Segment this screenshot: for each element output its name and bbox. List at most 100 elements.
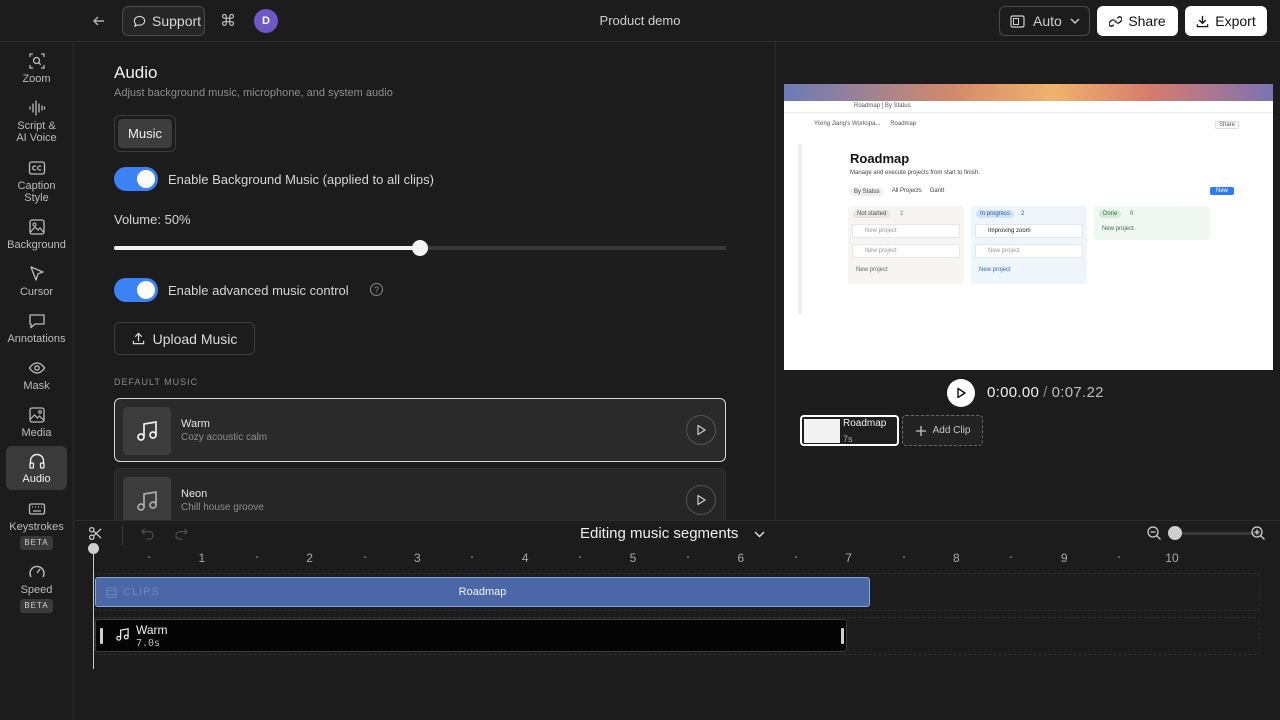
preview-column: In progress 2 Improving zoom New project… — [971, 206, 1087, 284]
image-icon — [28, 219, 45, 235]
music-segment[interactable]: Warm 7.0s — [95, 619, 847, 652]
zoom-in-icon[interactable] — [1250, 525, 1266, 546]
export-label: Export — [1215, 13, 1256, 29]
advanced-music-toggle[interactable] — [114, 278, 158, 302]
track-description: Cozy acoustic calm — [181, 432, 268, 443]
video-preview-frame[interactable]: Roadmap | By Status Yixing Jiang's Works… — [784, 84, 1273, 370]
preview-card: New project — [975, 244, 1083, 258]
preview-wallpaper — [784, 84, 1273, 101]
top-bar: Support ⌘ D Product demo Auto Share Expo… — [0, 0, 1280, 42]
avatar[interactable]: D — [254, 9, 278, 33]
clip-segment[interactable]: CLIPS Roadmap — [95, 577, 870, 607]
preview-view: Gantt — [929, 188, 945, 194]
cursor-icon — [29, 266, 44, 281]
sidebar-item-label: Speed — [20, 584, 53, 596]
clip-thumbnail[interactable]: Roadmap 7s — [800, 415, 899, 446]
support-label: Support — [152, 13, 202, 29]
chevron-down-icon — [1070, 18, 1080, 24]
ruler-tick-label: 8 — [953, 551, 960, 565]
command-menu-icon[interactable]: ⌘ — [219, 11, 237, 31]
preview-browser-tab: Roadmap | By Status — [854, 103, 911, 109]
sidebar-item-audio[interactable]: Audio — [6, 446, 67, 490]
captions-icon — [28, 161, 45, 175]
clip-duration: 7s — [843, 434, 853, 444]
help-icon[interactable]: ? — [370, 283, 383, 296]
ruler-tick-dot — [363, 556, 366, 558]
ruler-tick-label: 7 — [845, 551, 852, 565]
play-preview-button[interactable] — [686, 485, 716, 515]
chevron-down-icon — [754, 531, 765, 537]
redo-icon[interactable] — [174, 526, 189, 544]
preview-new-button: New — [1210, 187, 1235, 195]
beta-badge: BETA — [20, 536, 53, 550]
music-segment-left-handle[interactable] — [100, 628, 103, 644]
sidebar-item-keystrokes[interactable]: Keystrokes BETA — [6, 500, 67, 550]
sidebar-item-script-ai-voice[interactable]: Script & AI Voice — [6, 99, 67, 145]
preview-column-count: 0 — [1130, 211, 1134, 217]
clip-thumbnail-image — [804, 419, 840, 443]
volume-slider[interactable] — [114, 240, 726, 256]
volume-slider-knob[interactable] — [412, 240, 428, 256]
aspect-ratio-icon — [1010, 14, 1025, 28]
preview-column-status: Done — [1099, 210, 1122, 218]
ruler-tick-label: 9 — [1060, 551, 1068, 565]
preview-breadcrumb-page: Roadmap — [890, 121, 917, 127]
support-button[interactable]: Support — [122, 6, 205, 36]
export-button[interactable]: Export — [1185, 6, 1267, 36]
playback-time: 0:00.00/0:07.22 — [987, 384, 1104, 401]
aspect-ratio-label: Auto — [1033, 13, 1062, 29]
left-sidebar: Zoom Script & AI Voice Caption Style Bac… — [0, 42, 74, 720]
ruler-tick-dot — [471, 556, 474, 558]
aspect-ratio-select[interactable]: Auto — [999, 6, 1090, 36]
background-music-toggle[interactable] — [114, 167, 158, 191]
timeline-mode-label: Editing music segments — [580, 525, 739, 542]
sidebar-item-annotations[interactable]: Annotations — [6, 312, 67, 346]
undo-icon[interactable] — [140, 526, 155, 544]
sidebar-item-speed[interactable]: Speed BETA — [6, 563, 67, 613]
add-clip-button[interactable]: Add Clip — [902, 415, 983, 446]
zoom-out-icon[interactable] — [1146, 525, 1162, 546]
sidebar-item-mask[interactable]: Mask — [6, 359, 67, 393]
music-track-neon[interactable]: Neon Chill house groove — [114, 468, 726, 520]
music-track-warm[interactable]: Warm Cozy acoustic calm — [114, 398, 726, 462]
sidebar-item-label: Audio — [22, 473, 51, 485]
upload-music-button[interactable]: Upload Music — [114, 322, 255, 355]
current-time: 0:00.00 — [987, 384, 1040, 401]
add-clip-label: Add Clip — [932, 425, 971, 436]
sidebar-item-media[interactable]: Media — [6, 406, 67, 440]
ruler-tick-dot — [794, 556, 797, 558]
timeline-zoom-knob[interactable] — [1168, 526, 1182, 540]
sidebar-item-caption-style[interactable]: Caption Style — [6, 159, 67, 205]
preview-card: New project — [852, 244, 960, 258]
preview-card: New project — [852, 224, 960, 238]
zoom-icon — [28, 53, 45, 69]
preview-heading: Roadmap — [850, 151, 910, 166]
play-preview-button[interactable] — [686, 415, 716, 445]
tab-music[interactable]: Music — [118, 119, 172, 148]
timeline-mode-select[interactable]: Editing music segments — [580, 525, 765, 542]
preview-breadcrumb: Yixing Jiang's Workspa... Roadmap — [814, 121, 916, 127]
download-icon — [1197, 15, 1209, 27]
ruler-tick-dot — [902, 556, 905, 558]
playhead — [93, 551, 94, 669]
preview-description: Manage and execute projects from start t… — [850, 170, 980, 176]
sidebar-item-zoom[interactable]: Zoom — [6, 52, 67, 86]
comment-icon — [28, 314, 45, 329]
timeline: Editing music segments 1 2 3 4 5 6 7 8 9 10 CLIPS… — [74, 520, 1280, 720]
music-note-icon — [115, 627, 130, 647]
preview-column: Done 0 New project — [1094, 206, 1210, 240]
project-title[interactable]: Product demo — [540, 13, 740, 28]
sidebar-item-cursor[interactable]: Cursor — [6, 265, 67, 299]
sidebar-item-background[interactable]: Background — [6, 218, 67, 252]
timeline-ruler[interactable]: 1 2 3 4 5 6 7 8 9 10 — [94, 551, 1264, 567]
preview-browser-chrome: Roadmap | By Status — [784, 101, 1273, 113]
share-button[interactable]: Share — [1097, 6, 1178, 36]
music-segment-right-handle[interactable] — [841, 628, 844, 644]
ruler-tick-dot — [1118, 556, 1121, 558]
media-icon — [28, 407, 45, 423]
back-arrow-icon[interactable] — [88, 11, 110, 31]
advanced-music-toggle-label: Enable advanced music control — [168, 283, 349, 298]
clip-segment-label: Roadmap — [458, 586, 507, 598]
preview-breadcrumb-workspace: Yixing Jiang's Workspa... — [814, 121, 881, 127]
play-button[interactable] — [947, 379, 975, 407]
